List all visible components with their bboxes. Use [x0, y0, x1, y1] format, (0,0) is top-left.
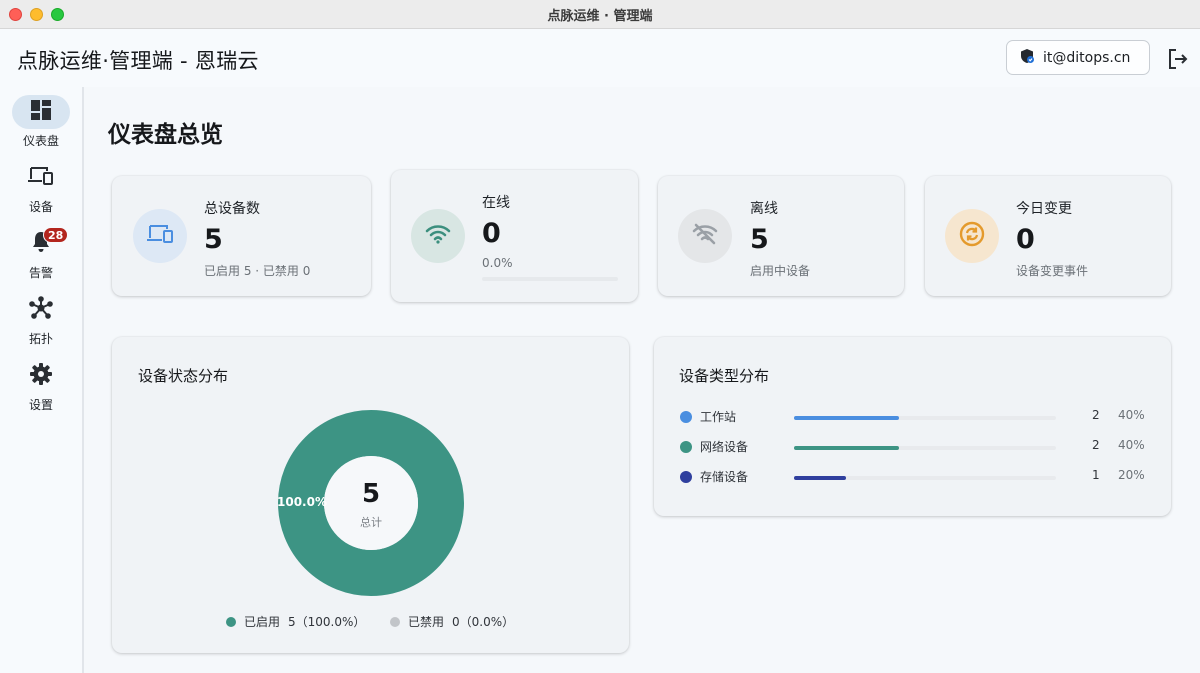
logout-button[interactable]	[1166, 47, 1190, 71]
stat-label: 今日变更	[1016, 201, 1072, 217]
stat-card-total-devices: 总设备数 5 已启用 5 · 已禁用 0	[112, 176, 371, 296]
online-progress-bar	[482, 277, 618, 281]
stat-value: 0	[1016, 224, 1035, 255]
stat-subtext: 设备变更事件	[1016, 264, 1089, 278]
type-dot	[680, 411, 692, 423]
legend-value: 5（100.0%）	[288, 615, 366, 629]
panel-title: 设备类型分布	[679, 367, 770, 385]
legend-dot	[390, 616, 400, 627]
legend-value: 0（0.0%）	[452, 615, 515, 629]
gear-icon	[30, 363, 52, 389]
stat-subtext: 已启用 5 · 已禁用 0	[204, 264, 311, 278]
type-name: 存储设备	[700, 470, 749, 484]
stat-subtext: 0.0%	[482, 256, 513, 270]
type-bar-track	[794, 446, 1056, 450]
type-name: 工作站	[700, 410, 737, 424]
window-title: 点脉运维 · 管理端	[547, 8, 653, 24]
sidebar-item-alerts[interactable]: 28 告警	[0, 227, 82, 281]
sidebar-item-topology[interactable]: 拓扑	[0, 293, 82, 347]
sidebar-item-dashboard[interactable]: 仪表盘	[0, 95, 82, 149]
sidebar-item-label: 设置	[28, 398, 53, 412]
sync-icon	[959, 221, 985, 251]
dashboard-icon	[31, 100, 51, 124]
type-row-network: 网络设备 2 40%	[680, 437, 1150, 457]
panel-title: 设备状态分布	[138, 367, 229, 385]
traffic-lights	[9, 8, 64, 21]
stat-card-changes-today: 今日变更 0 设备变更事件	[925, 176, 1171, 296]
account-button[interactable]: it@ditops.cn	[1006, 40, 1150, 75]
type-name: 网络设备	[700, 440, 749, 454]
stat-label: 离线	[750, 201, 778, 217]
wifi-icon	[425, 224, 451, 248]
window-titlebar: 点脉运维 · 管理端	[0, 0, 1200, 29]
logout-icon	[1166, 49, 1190, 75]
legend-item-disabled: 已禁用 0（0.0%）	[390, 613, 514, 630]
stat-card-offline: 离线 5 启用中设备	[658, 176, 904, 296]
type-bar-track	[794, 476, 1056, 480]
legend-label: 已启用	[244, 615, 281, 629]
window-close-button[interactable]	[9, 8, 22, 21]
sidebar-item-label: 告警	[28, 266, 53, 280]
type-dot	[680, 471, 692, 483]
type-row-workstation: 工作站 2 40%	[680, 407, 1150, 427]
donut-total-label: 总计	[360, 516, 382, 529]
sidebar-item-label: 设备	[28, 200, 53, 214]
legend-item-enabled: 已启用 5（100.0%）	[226, 613, 365, 630]
type-bar-fill	[794, 416, 899, 420]
wifi-off-icon	[692, 223, 718, 249]
legend-dot	[226, 616, 236, 627]
alert-count-badge: 28	[43, 227, 69, 243]
page-title: 仪表盘总览	[108, 122, 223, 148]
type-row-storage: 存储设备 1 20%	[680, 467, 1150, 487]
type-count: 1	[1092, 468, 1100, 482]
type-percent: 40%	[1118, 408, 1145, 422]
stat-value: 0	[482, 218, 501, 249]
stat-subtext: 启用中设备	[750, 264, 811, 278]
topology-icon	[29, 296, 53, 324]
donut-total-value: 5	[361, 479, 381, 509]
app-title: 点脉运维·管理端 - 恩瑞云	[17, 49, 259, 73]
type-dot	[680, 441, 692, 453]
account-email: it@ditops.cn	[1043, 49, 1131, 66]
type-percent: 40%	[1118, 438, 1145, 452]
app-header: 点脉运维·管理端 - 恩瑞云 it@ditops.cn	[0, 29, 1200, 87]
type-count: 2	[1092, 408, 1100, 422]
sidebar-item-settings[interactable]: 设置	[0, 359, 82, 413]
stat-value: 5	[204, 224, 223, 255]
sidebar-item-label: 仪表盘	[22, 134, 59, 148]
device-status-panel: 设备状态分布 5 总计 100.0% 已启用 5（100.0%） 已禁用 0（0…	[112, 337, 629, 653]
stat-card-online: 在线 0 0.0%	[391, 170, 638, 302]
stat-label: 总设备数	[204, 201, 260, 217]
sidebar: 仪表盘 设备 28 告警 拓扑 设置	[0, 87, 84, 673]
type-bar-fill	[794, 446, 899, 450]
sidebar-item-label: 拓扑	[28, 332, 53, 346]
sidebar-item-devices[interactable]: 设备	[0, 161, 82, 215]
window-maximize-button[interactable]	[51, 8, 64, 21]
devices-icon	[146, 223, 174, 249]
type-count: 2	[1092, 438, 1100, 452]
type-bar-track	[794, 416, 1056, 420]
type-bar-fill	[794, 476, 847, 480]
window-minimize-button[interactable]	[30, 8, 43, 21]
devices-icon	[28, 166, 54, 190]
legend-label: 已禁用	[408, 615, 445, 629]
shield-icon	[1019, 48, 1035, 68]
type-percent: 20%	[1118, 468, 1145, 482]
stat-value: 5	[750, 224, 769, 255]
donut-slice-label: 100.0%	[277, 495, 327, 509]
stat-label: 在线	[482, 195, 510, 211]
